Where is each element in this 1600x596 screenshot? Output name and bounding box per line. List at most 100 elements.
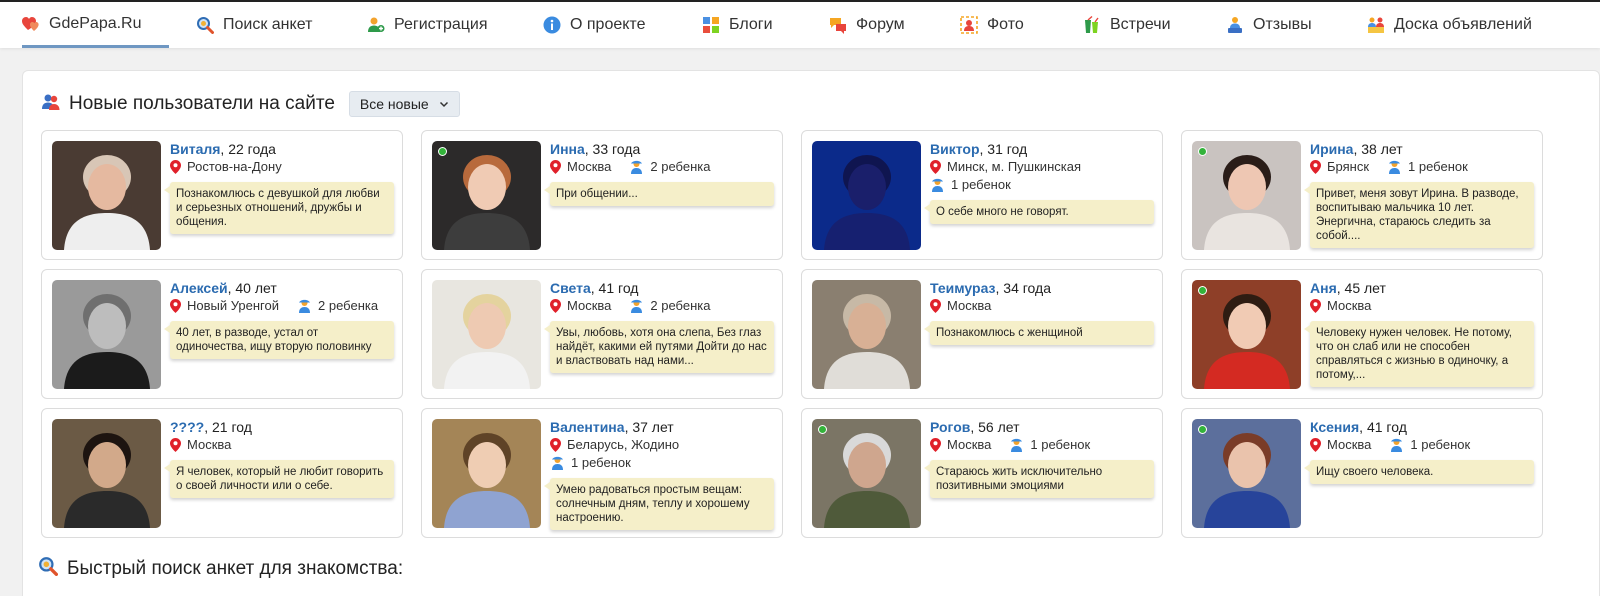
user-name-line: Инна, 33 года (550, 140, 776, 158)
user-city: Москва (567, 298, 612, 313)
user-about-bubble: Я человек, который не любит говорить о с… (164, 460, 394, 498)
user-name-link[interactable]: ???? (170, 419, 204, 435)
user-info: Аня, 45 лет Москва Человеку нужен человек.… (1304, 279, 1536, 387)
user-age: , 34 года (995, 280, 1051, 296)
user-name-link[interactable]: Света (550, 280, 591, 296)
location-pin-icon (550, 160, 561, 174)
user-kids: 1 ребенок (930, 176, 1011, 194)
user-age: , 31 год (979, 141, 1028, 157)
user-photo[interactable] (1192, 141, 1301, 250)
user-photo[interactable] (432, 280, 541, 389)
hearts-icon (22, 15, 40, 33)
user-card[interactable]: Ирина, 38 лет Брянск 1 ребенок Привет, меня… (1181, 130, 1543, 260)
user-kids: 1 ребенок (1389, 436, 1470, 454)
nav-label: О проекте (570, 16, 646, 33)
nav-meetings[interactable]: Встречи (1083, 2, 1171, 48)
user-card[interactable]: Валентина, 37 лет Беларусь, Жодино 1 ребен… (421, 408, 783, 538)
online-status-dot (1198, 147, 1207, 156)
nav-board[interactable]: Доска объявлений (1367, 2, 1532, 48)
user-kids-line: 1 ребенок (930, 176, 1156, 194)
user-name-link[interactable]: Виталя (170, 141, 220, 157)
user-photo[interactable] (812, 419, 921, 528)
user-photo[interactable] (812, 280, 921, 389)
info-icon (543, 16, 561, 34)
user-card[interactable]: ????, 21 год Москва Я человек, который не … (41, 408, 403, 538)
user-card[interactable]: Рогов, 56 лет Москва 1 ребенок Стараюсь жит… (801, 408, 1163, 538)
nav-label: Доска объявлений (1394, 16, 1532, 33)
nav-forum[interactable]: Форум (829, 2, 905, 48)
user-info: Теимураз, 34 года Москва Познакомлюсь с же… (924, 279, 1156, 345)
user-name-link[interactable]: Теимураз (930, 280, 996, 296)
user-info: Ксения, 41 год Москва 1 ребенок Ищу своего … (1304, 418, 1536, 484)
user-photo[interactable] (1192, 419, 1301, 528)
user-about-bubble: Ищу своего человека. (1304, 460, 1534, 484)
user-location-line: Москва 2 ребенка (550, 158, 776, 176)
user-photo[interactable] (432, 141, 541, 250)
user-about-bubble: Человеку нужен человек. Не потому, что о… (1304, 321, 1534, 387)
user-photo[interactable] (432, 419, 541, 528)
user-kids-count: 1 ребенок (1030, 437, 1091, 452)
user-kids: 1 ребенок (1009, 436, 1090, 454)
user-kids-count: 1 ребенок (571, 455, 631, 470)
user-name-link[interactable]: Инна (550, 141, 585, 157)
user-name-line: Рогов, 56 лет (930, 418, 1156, 436)
nav-blogs[interactable]: Блоги (702, 2, 773, 48)
user-name-link[interactable]: Алексей (170, 280, 228, 296)
user-photo[interactable] (1192, 280, 1301, 389)
user-location-line: Москва 2 ребенка (550, 297, 776, 315)
user-card[interactable]: Инна, 33 года Москва 2 ребенка При общении.… (421, 130, 783, 260)
user-photo[interactable] (52, 141, 161, 250)
nav-reviews[interactable]: Отзывы (1226, 2, 1312, 48)
new-users-panel: Новые пользователи на сайте Все новые Ви… (22, 70, 1600, 596)
user-card[interactable]: Ксения, 41 год Москва 1 ребенок Ищу своего … (1181, 408, 1543, 538)
new-users-filter-select[interactable]: Все новые (348, 91, 460, 117)
user-name-link[interactable]: Валентина (550, 419, 625, 435)
online-status-dot (818, 425, 827, 434)
user-name-link[interactable]: Ирина (1310, 141, 1353, 157)
user-name-link[interactable]: Рогов (930, 419, 970, 435)
online-status-dot (438, 147, 447, 156)
users-icon (41, 93, 61, 116)
nav-registration[interactable]: Регистрация (367, 2, 488, 48)
child-icon (1389, 438, 1404, 452)
location-pin-icon (550, 438, 561, 452)
user-card[interactable]: Алексей, 40 лет Новый Уренгой 2 ребенка 40 … (41, 269, 403, 399)
user-about-bubble: Умею радоваться простым вещам: солнечным… (544, 478, 774, 530)
nav-search[interactable]: Поиск анкет (196, 2, 312, 48)
section-title: Новые пользователи на сайте (69, 93, 335, 114)
user-kids-count: 2 ребенка (650, 298, 711, 313)
nav-photo[interactable]: Фото (960, 2, 1024, 48)
user-info: Валентина, 37 лет Беларусь, Жодино 1 ребен… (544, 418, 776, 530)
user-card[interactable]: Аня, 45 лет Москва Человеку нужен человек.… (1181, 269, 1543, 399)
child-icon (629, 299, 644, 313)
user-kids: 1 ребенок (550, 454, 631, 472)
user-name-link[interactable]: Ксения (1310, 419, 1359, 435)
quick-search-header: Быстрый поиск анкет для знакомства: (38, 556, 403, 581)
top-navigation: GdePapa.Ru Поиск анкет Регистрация О про… (0, 0, 1600, 48)
user-name-line: Ксения, 41 год (1310, 418, 1536, 436)
user-card[interactable]: Виталя, 22 года Ростов-на-Дону Познакомлюс… (41, 130, 403, 260)
user-photo[interactable] (52, 419, 161, 528)
child-icon (1009, 438, 1024, 452)
nav-logo[interactable]: GdePapa.Ru (22, 2, 169, 48)
user-location-line: Брянск 1 ребенок (1310, 158, 1536, 176)
group-icon (1226, 16, 1244, 34)
user-name-line: Виталя, 22 года (170, 140, 396, 158)
user-name-line: Ирина, 38 лет (1310, 140, 1536, 158)
user-photo[interactable] (52, 280, 161, 389)
child-icon (930, 178, 945, 192)
user-card[interactable]: Света, 41 год Москва 2 ребенка Увы, любовь,… (421, 269, 783, 399)
user-card[interactable]: Теимураз, 34 года Москва Познакомлюсь с же… (801, 269, 1163, 399)
user-name-link[interactable]: Аня (1310, 280, 1337, 296)
user-city: Минск, м. Пушкинская (947, 159, 1081, 174)
user-photo[interactable] (812, 141, 921, 250)
user-card[interactable]: Виктор, 31 год Минск, м. Пушкинская 1 ребе… (801, 130, 1163, 260)
user-name-link[interactable]: Виктор (930, 141, 980, 157)
user-location-line: Москва (170, 436, 396, 454)
user-age: , 38 лет (1353, 141, 1403, 157)
photo-frame-icon (960, 16, 978, 34)
user-kids: 1 ребенок (1387, 158, 1468, 176)
logo-text: GdePapa.Ru (49, 14, 142, 32)
location-pin-icon (170, 438, 181, 452)
nav-about[interactable]: О проекте (543, 2, 645, 48)
